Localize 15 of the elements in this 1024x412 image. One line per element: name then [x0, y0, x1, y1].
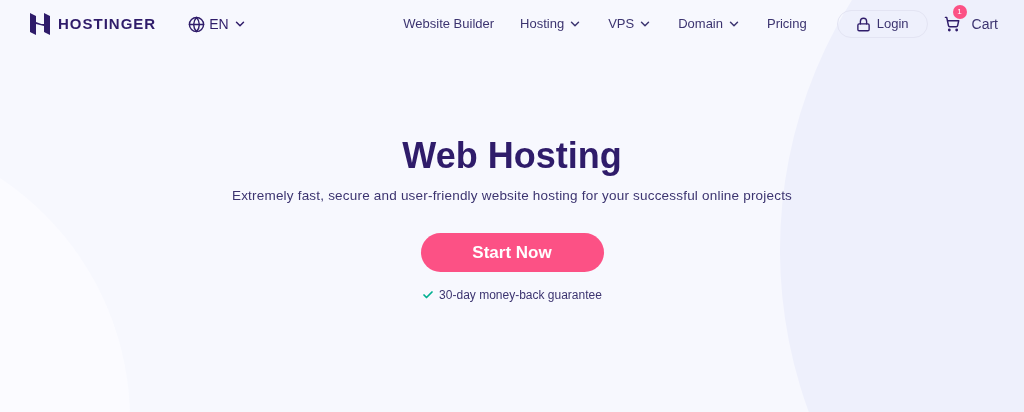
- hero-title: Web Hosting: [402, 134, 622, 178]
- nav-link[interactable]: VPS: [608, 14, 653, 34]
- nav-link[interactable]: Pricing: [767, 14, 807, 34]
- nav-link[interactable]: Domain: [678, 14, 741, 34]
- cart-link[interactable]: Cart 1: [943, 4, 998, 35]
- brand-name: HOSTINGER: [58, 13, 157, 34]
- hero-subtitle: Extremely fast, secure and user-friendly website hosting for your successful online projects: [231, 187, 793, 205]
- nav-link[interactable]: Website Builder: [403, 14, 495, 34]
- lock-icon: [855, 16, 871, 32]
- cart-icon: [943, 16, 960, 32]
- globe-icon: [188, 15, 206, 33]
- guarantee-text: 30-day money-back guarantee: [439, 287, 602, 305]
- nav-link[interactable]: Hosting: [520, 14, 583, 34]
- language-selector[interactable]: EN: [188, 13, 247, 35]
- logo-icon: [30, 13, 50, 35]
